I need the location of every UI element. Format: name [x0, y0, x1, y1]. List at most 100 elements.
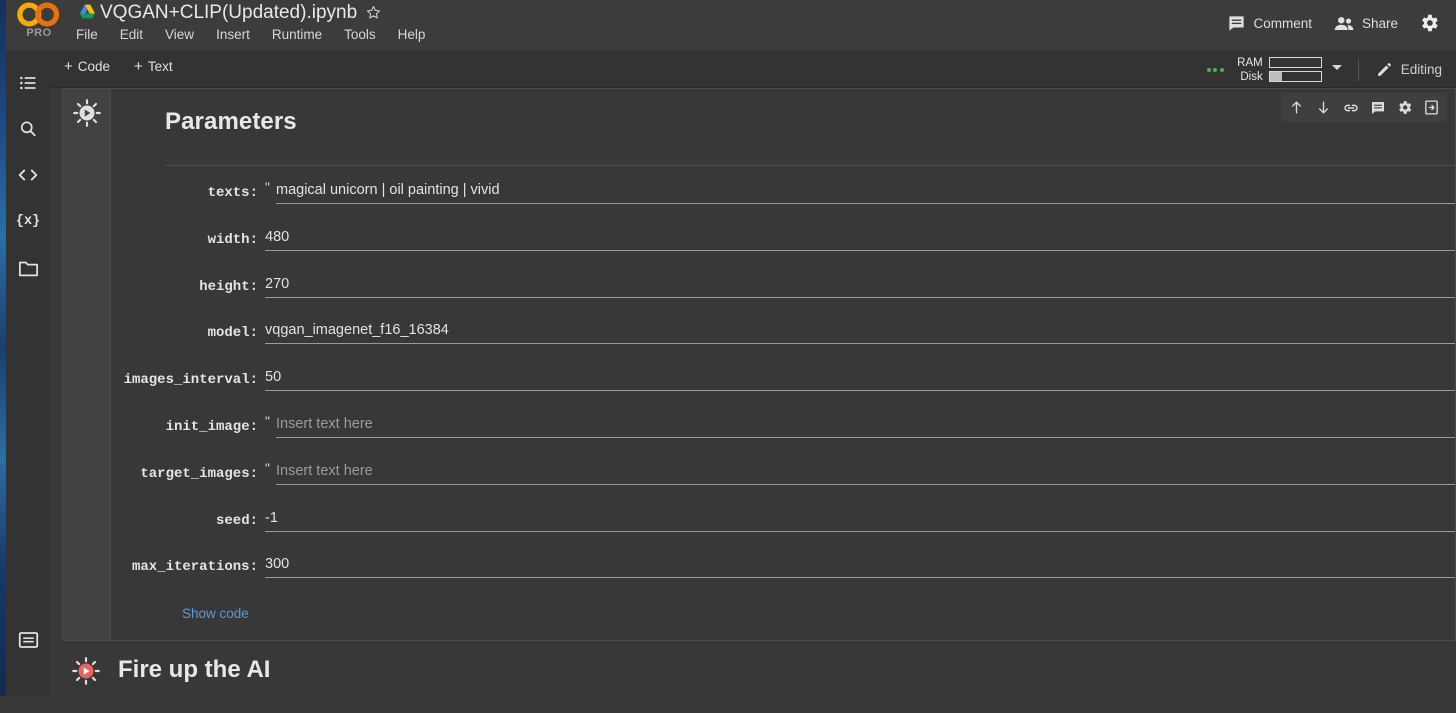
editing-label: Editing	[1400, 62, 1442, 77]
notebook-cell-fire-up-the-ai[interactable]: Fire up the AI	[62, 653, 1456, 713]
search-icon	[20, 121, 36, 137]
list-icon	[20, 76, 36, 90]
left-sidebar-rail: {x}	[6, 50, 50, 696]
sidebar-item-find-and-replace[interactable]	[16, 117, 40, 141]
parameter-input-wrapper: " Insert text here	[265, 408, 1455, 455]
parameter-field-row: texts: " magical unicorn | oil painting | …	[111, 174, 1455, 221]
parameter-fields: texts: " magical unicorn | oil painting | …	[111, 174, 1455, 595]
cell-gutter	[63, 89, 111, 640]
plus-icon: +	[64, 58, 73, 75]
terminal-icon	[18, 632, 38, 648]
parameter-input[interactable]: Insert text here	[276, 412, 373, 436]
run-cell-button-2[interactable]	[70, 655, 102, 687]
run-cell-icon	[73, 99, 101, 127]
share-button[interactable]: Share	[1326, 9, 1406, 38]
parameter-input[interactable]: 270	[265, 272, 289, 296]
menu-item-file[interactable]: File	[74, 24, 100, 45]
runtime-status-area: RAM Disk Editing	[1206, 54, 1448, 85]
top-menu-bar: PRO VQGAN+CLIP(Updated).ipynb File Edit …	[0, 0, 1456, 50]
quote-mark: "	[265, 459, 270, 476]
parameter-input-wrapper: 480	[265, 221, 1455, 268]
parameter-input-wrapper: " magical unicorn | oil painting | vivid	[265, 174, 1455, 221]
parameter-input[interactable]: vqgan_imagenet_f16_16384	[265, 318, 449, 342]
menu-item-edit[interactable]: Edit	[118, 24, 145, 45]
parameter-label: seed:	[215, 512, 258, 529]
menu-item-tools[interactable]: Tools	[342, 24, 378, 45]
parameter-input-wrapper: vqgan_imagenet_f16_16384	[265, 314, 1455, 361]
parameter-input-underline	[276, 203, 1455, 204]
parameter-input-underline	[265, 296, 1455, 298]
settings-button[interactable]	[1412, 6, 1446, 40]
colab-co-logo-icon	[17, 2, 60, 27]
gear-icon	[1422, 14, 1438, 32]
share-label: Share	[1361, 15, 1398, 31]
parameter-input[interactable]: 480	[265, 225, 289, 249]
parameter-field-row: model: vqgan_imagenet_f16_16384	[111, 314, 1455, 361]
connection-status-dots-icon[interactable]	[1206, 67, 1224, 72]
add-code-label: Code	[77, 59, 111, 74]
notebook-canvas: Parameters texts: " magical unicorn | oil …	[50, 88, 1456, 696]
cell-2-title: Fire up the AI	[118, 656, 271, 683]
sidebar-item-variables[interactable]: {x}	[16, 209, 40, 233]
sidebar-item-files[interactable]	[16, 256, 40, 280]
menu-item-view[interactable]: View	[163, 24, 196, 45]
parameter-input-underline	[265, 577, 1455, 579]
parameter-input[interactable]: -1	[265, 506, 278, 530]
add-code-cell-button[interactable]: + Code	[57, 57, 117, 76]
star-icon[interactable]	[365, 4, 382, 21]
notebook-toolbar: + Code + Text RAM Disk Editing	[0, 50, 1456, 88]
sidebar-item-code-snippets[interactable]	[16, 163, 40, 187]
ram-label: RAM	[1237, 56, 1263, 69]
parameter-input[interactable]: 50	[265, 365, 281, 389]
parameter-input[interactable]: magical unicorn | oil painting | vivid	[276, 178, 500, 202]
plus-icon: +	[134, 58, 143, 75]
resource-meters[interactable]: RAM Disk	[1233, 57, 1322, 83]
parameter-label: texts:	[207, 185, 258, 201]
variables-icon: {x}	[15, 213, 41, 229]
chevron-down-icon	[1331, 65, 1342, 70]
parameter-input-wrapper: -1	[265, 502, 1455, 549]
parameter-field-row: height: 270	[111, 268, 1455, 315]
parameter-label: max_iterations:	[131, 559, 258, 576]
comment-button[interactable]: Comment	[1219, 9, 1320, 38]
show-code-link[interactable]: Show code	[182, 606, 249, 621]
parameter-label: target_images:	[140, 465, 258, 482]
people-icon	[1334, 16, 1354, 30]
notebook-cell-parameters[interactable]: Parameters texts: " magical unicorn | oil …	[62, 88, 1456, 641]
parameter-field-row: images_interval: 50	[111, 361, 1455, 408]
document-title[interactable]: VQGAN+CLIP(Updated).ipynb	[100, 0, 357, 26]
pencil-icon	[1377, 63, 1391, 76]
comment-label: Comment	[1253, 15, 1312, 31]
parameter-input[interactable]: Insert text here	[276, 459, 373, 483]
add-text-label: Text	[147, 59, 173, 74]
sidebar-item-table-of-contents[interactable]	[16, 71, 40, 95]
disk-label: Disk	[1240, 70, 1263, 83]
code-brackets-icon	[18, 169, 38, 181]
menu-item-help[interactable]: Help	[396, 24, 428, 45]
runtime-menu-button[interactable]	[1326, 54, 1348, 85]
parameter-field-row: max_iterations: 300	[111, 548, 1455, 595]
pro-badge-label: PRO	[26, 27, 52, 39]
quote-mark: "	[265, 179, 270, 195]
parameter-input-underline	[265, 390, 1455, 392]
parameter-input-underline	[265, 530, 1455, 532]
form-title: Parameters	[165, 108, 297, 135]
quote-mark: "	[265, 412, 270, 429]
parameter-input[interactable]: 300	[265, 552, 289, 576]
ram-meter-row: RAM	[1233, 57, 1322, 69]
menu-item-insert[interactable]: Insert	[214, 24, 252, 45]
parameter-input-wrapper: " Insert text here	[265, 455, 1455, 502]
sidebar-item-terminal[interactable]	[16, 628, 40, 652]
menu-item-runtime[interactable]: Runtime	[270, 24, 324, 45]
parameter-input-wrapper: 300	[265, 548, 1455, 595]
add-text-cell-button[interactable]: + Text	[127, 57, 180, 76]
menu-items: File Edit View Insert Runtime Tools Help	[74, 24, 427, 45]
editing-mode-button[interactable]: Editing	[1369, 56, 1448, 83]
ram-meter-bar	[1268, 57, 1322, 68]
colab-logo[interactable]: PRO	[16, 1, 62, 45]
run-cell-icon	[72, 657, 100, 685]
parameter-input-wrapper: 50	[265, 361, 1455, 408]
parameter-label: width:	[207, 231, 258, 248]
run-cell-button[interactable]	[71, 97, 103, 129]
top-right-actions: Comment Share	[1219, 6, 1446, 40]
